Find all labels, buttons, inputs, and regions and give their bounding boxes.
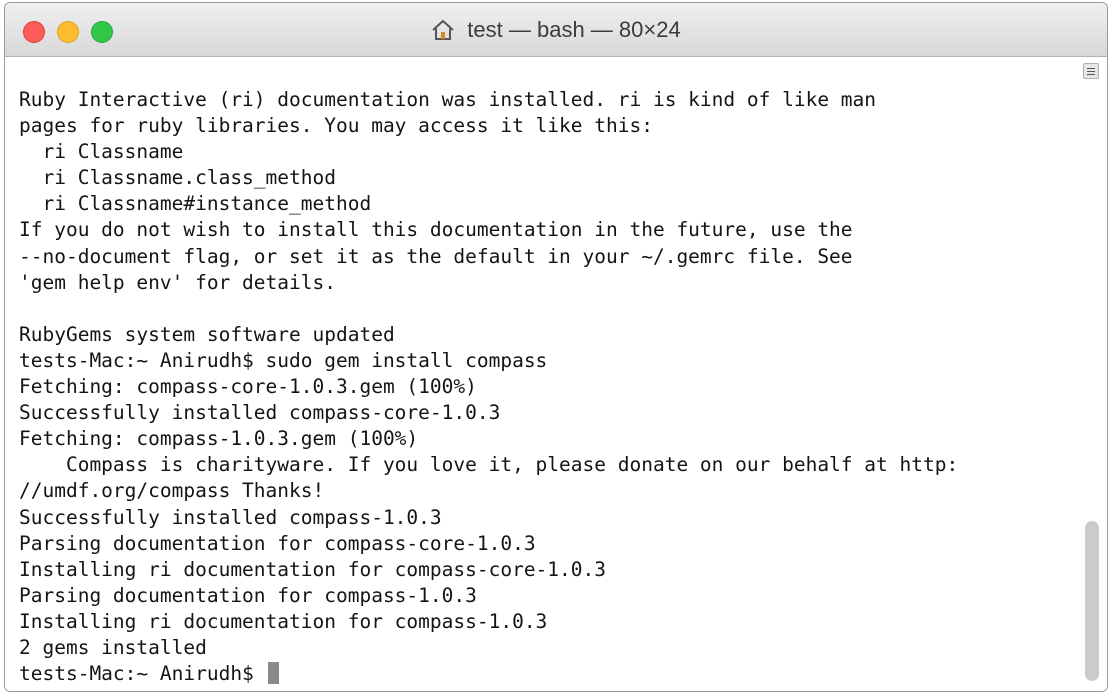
window-title-group: test — bash — 80×24	[5, 17, 1107, 43]
terminal-line: --no-document flag, or set it as the def…	[19, 244, 853, 268]
terminal-line: Fetching: compass-core-1.0.3.gem (100%)	[19, 375, 477, 399]
terminal-line: Ruby Interactive (ri) documentation was …	[19, 88, 877, 111]
terminal-window: test — bash — 80×24 Ruby Interactive (ri…	[4, 2, 1108, 692]
terminal-line: ri Classname#instance_method	[19, 192, 372, 216]
shell-prompt: tests-Mac:~ Anirudh$	[19, 662, 266, 686]
terminal-line: Parsing documentation for compass-core-1…	[19, 531, 536, 555]
terminal-line: Installing ri documentation for compass-…	[19, 609, 548, 633]
scrollbar-thumb[interactable]	[1085, 521, 1099, 681]
terminal-line: If you do not wish to install this docum…	[19, 218, 853, 242]
terminal-line: pages for ruby libraries. You may access…	[19, 114, 653, 138]
terminal-line: ri Classname.class_method	[19, 166, 336, 190]
terminal-line: //umdf.org/compass Thanks!	[19, 479, 325, 503]
home-icon	[431, 19, 455, 41]
terminal-line: 'gem help env' for details.	[19, 270, 336, 294]
terminal-line: Successfully installed compass-1.0.3	[19, 505, 442, 529]
prompt-line[interactable]: tests-Mac:~ Anirudh$	[19, 661, 958, 687]
terminal-line: Parsing documentation for compass-1.0.3	[19, 583, 477, 607]
terminal-line: Fetching: compass-1.0.3.gem (100%)	[19, 427, 419, 451]
terminal-line: 2 gems installed	[19, 635, 207, 659]
terminal-output[interactable]: Ruby Interactive (ri) documentation was …	[19, 87, 958, 687]
terminal-content[interactable]: Ruby Interactive (ri) documentation was …	[5, 57, 1107, 691]
terminal-line: Installing ri documentation for compass-…	[19, 557, 606, 581]
scroll-grip-icon[interactable]	[1083, 63, 1099, 79]
terminal-line: Successfully installed compass-core-1.0.…	[19, 401, 501, 425]
terminal-line: tests-Mac:~ Anirudh$ sudo gem install co…	[19, 348, 548, 372]
terminal-line: Compass is charityware. If you love it, …	[19, 453, 959, 477]
terminal-line: RubyGems system software updated	[19, 322, 395, 346]
window-title: test — bash — 80×24	[467, 17, 681, 42]
terminal-line: ri Classname	[19, 140, 184, 164]
text-cursor	[267, 662, 279, 685]
title-bar[interactable]: test — bash — 80×24	[5, 3, 1107, 57]
